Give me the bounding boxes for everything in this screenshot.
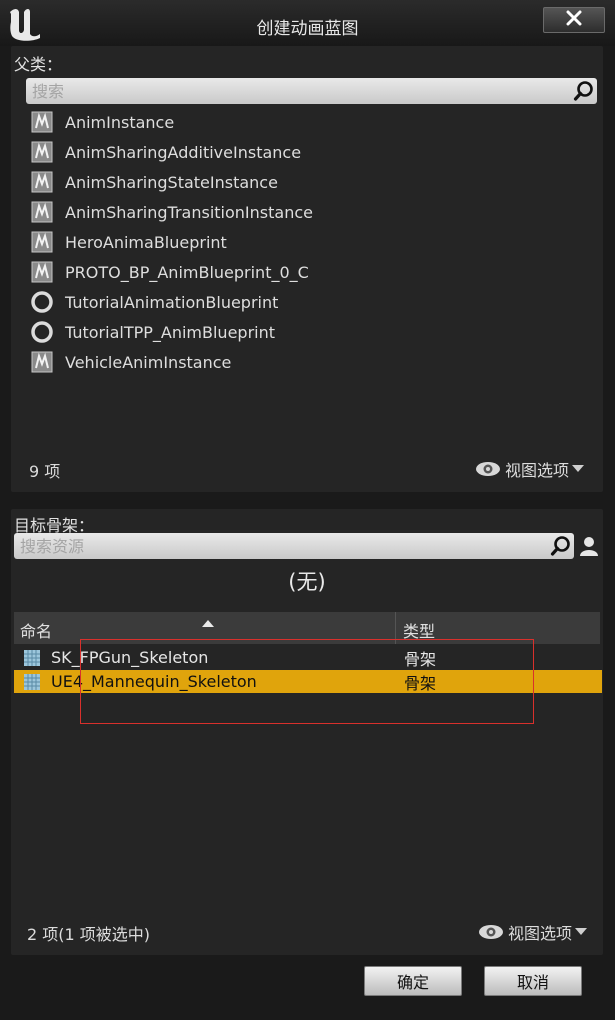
parent-class-label: 父类： xyxy=(14,55,63,74)
anim-blueprint-icon xyxy=(30,200,54,224)
person-filter-icon[interactable] xyxy=(576,533,602,559)
search-icon[interactable] xyxy=(571,80,597,102)
class-item-animinstance[interactable]: AnimInstance xyxy=(30,107,590,137)
parent-class-search-input[interactable] xyxy=(26,78,571,104)
class-item-heroanimablueprint[interactable]: HeroAnimaBlueprint xyxy=(30,227,590,257)
circle-icon xyxy=(30,290,54,314)
circle-icon xyxy=(30,320,54,344)
skeleton-search xyxy=(14,533,574,559)
class-item-animsharingstateinstance[interactable]: AnimSharingStateInstance xyxy=(30,167,590,197)
class-item-animsharingtransitioninstance[interactable]: AnimSharingTransitionInstance xyxy=(30,197,590,227)
ok-button[interactable]: 确定 xyxy=(364,966,462,996)
class-item-label: AnimInstance xyxy=(65,112,175,132)
window-title: 创建动画蓝图 xyxy=(256,19,359,39)
skeleton-search-input[interactable] xyxy=(14,533,548,559)
class-item-label: TutorialTPP_AnimBlueprint xyxy=(65,322,276,342)
class-item-label: HeroAnimaBlueprint xyxy=(65,232,227,252)
skeleton-count: 2 项(1 项被选中) xyxy=(27,925,151,944)
chevron-down-icon xyxy=(572,465,585,473)
class-item-label: PROTO_BP_AnimBlueprint_0_C xyxy=(65,262,309,282)
class-item-label: AnimSharingStateInstance xyxy=(65,172,278,192)
parent-class-count: 9 项 xyxy=(29,462,61,481)
class-item-proto-bp-animblueprint[interactable]: PROTO_BP_AnimBlueprint_0_C xyxy=(30,257,590,287)
chevron-down-icon xyxy=(575,928,588,936)
parent-class-search xyxy=(26,78,597,104)
anim-blueprint-icon xyxy=(30,230,54,254)
class-item-tutorialtpp-animblueprint[interactable]: TutorialTPP_AnimBlueprint xyxy=(30,317,590,347)
view-options-label: 视图选项 xyxy=(508,924,573,943)
class-item-label: AnimSharingTransitionInstance xyxy=(65,202,313,222)
skeleton-asset-icon xyxy=(23,673,41,691)
anim-blueprint-icon xyxy=(30,140,54,164)
skeleton-asset-icon xyxy=(23,649,41,667)
class-item-label: AnimSharingAdditiveInstance xyxy=(65,142,302,162)
view-options-label: 视图选项 xyxy=(505,461,570,480)
class-item-animsharingadditiveinstance[interactable]: AnimSharingAdditiveInstance xyxy=(30,137,590,167)
annotation-highlight-box xyxy=(80,639,534,724)
search-icon[interactable] xyxy=(548,535,574,557)
close-icon xyxy=(566,10,582,30)
skeleton-view-options-button[interactable]: 视图选项 xyxy=(478,920,588,944)
class-item-label: VehicleAnimInstance xyxy=(65,352,232,372)
anim-blueprint-icon xyxy=(30,350,54,374)
eye-icon xyxy=(475,461,501,477)
class-item-vehicleaniminstance[interactable]: VehicleAnimInstance xyxy=(30,347,590,377)
parent-view-options-button[interactable]: 视图选项 xyxy=(475,457,585,481)
close-button[interactable] xyxy=(543,7,605,33)
sort-ascending-icon xyxy=(202,613,214,632)
class-item-label: TutorialAnimationBlueprint xyxy=(65,292,279,312)
eye-icon xyxy=(478,924,504,940)
column-header-name[interactable]: 命名 xyxy=(20,618,52,642)
selected-skeleton-display: (无) xyxy=(288,570,326,594)
anim-blueprint-icon xyxy=(30,170,54,194)
anim-blueprint-icon xyxy=(30,110,54,134)
class-item-tutorialanimationblueprint[interactable]: TutorialAnimationBlueprint xyxy=(30,287,590,317)
cancel-button[interactable]: 取消 xyxy=(484,966,582,996)
anim-blueprint-icon xyxy=(30,260,54,284)
